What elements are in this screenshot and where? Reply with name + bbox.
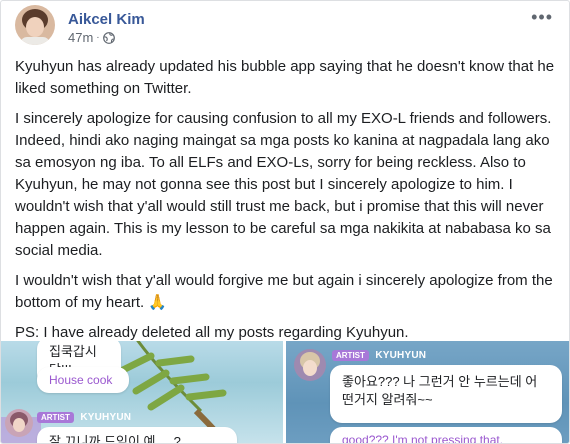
chat-bubble: House cook <box>37 367 129 393</box>
author-avatar[interactable] <box>15 5 55 45</box>
chat-bubble: 좋아요??? 나 그런거 안 누르는데 어 떤거지 알려줘~~ <box>330 365 562 423</box>
post-paragraph: Kyuhyun has already updated his bubble a… <box>15 58 555 97</box>
artist-label: ARTIST KYUHYUN <box>37 409 131 427</box>
artist-badge: ARTIST <box>332 350 369 362</box>
screenshot-left[interactable]: 집쿡갑시당!!! House cook ARTIST KYUHYUN 잘 끄니까… <box>1 341 283 444</box>
bubble-korean-text: 잘 끄니까 드임이 예 ... ? <box>49 434 181 444</box>
bubble-korean-text: 좋아요??? 나 그런거 안 누르는데 어 <box>342 374 538 389</box>
artist-avatar <box>294 349 326 381</box>
post-time[interactable]: 47m <box>68 30 93 45</box>
post-header: Aikcel Kim 47m · ••• <box>15 5 559 47</box>
more-options-icon[interactable]: ••• <box>531 7 553 28</box>
screenshot-right[interactable]: ARTIST KYUHYUN 좋아요??? 나 그런거 안 누르는데 어 떤거지… <box>286 341 569 444</box>
facebook-post: Aikcel Kim 47m · ••• Kyuhyun has already… <box>0 0 570 444</box>
globe-icon <box>102 31 115 44</box>
artist-label: ARTIST KYUHYUN <box>332 347 426 365</box>
post-paragraph: I sincerely apologize for causing confus… <box>15 110 552 259</box>
bubble-korean-text: 떤거지 알려줘~~ <box>342 392 433 407</box>
bubble-translation: House cook <box>49 373 113 387</box>
post-images[interactable]: 집쿡갑시당!!! House cook ARTIST KYUHYUN 잘 끄니까… <box>1 341 569 444</box>
meta-separator: · <box>96 32 100 43</box>
bubble-translation: good??? I'm not pressing that. <box>342 433 504 444</box>
chat-bubble: 잘 끄니까 드임이 예 ... ? <box>37 427 237 444</box>
post-body: Kyuhyun has already updated his bubble a… <box>15 56 555 352</box>
artist-name: KYUHYUN <box>80 412 132 424</box>
author-name[interactable]: Aikcel Kim <box>68 11 145 28</box>
artist-avatar <box>5 409 33 437</box>
post-meta: 47m · <box>68 30 115 45</box>
artist-name: KYUHYUN <box>375 350 427 362</box>
post-paragraph: I wouldn't wish that y'all would forgive… <box>15 272 553 311</box>
chat-bubble: good??? I'm not pressing that. <box>330 427 562 444</box>
artist-badge: ARTIST <box>37 412 74 424</box>
